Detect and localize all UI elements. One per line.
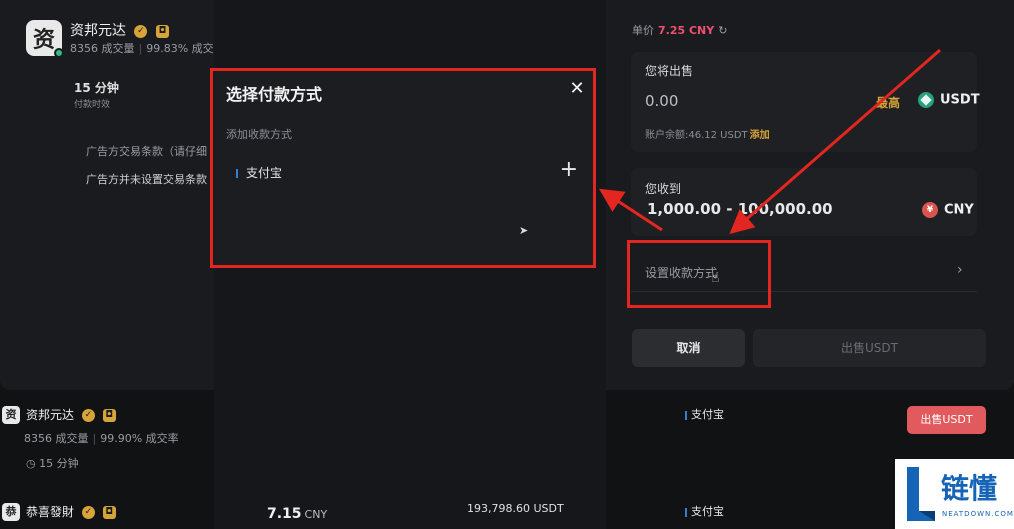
watermark-site: NEATDOWN.COM [942, 510, 1014, 518]
watermark-logo: 链懂 NEATDOWN.COM [895, 459, 1014, 529]
receive-range: 1,000.00 - 100,000.00 [647, 200, 833, 218]
watermark-title: 链懂 [941, 472, 998, 505]
sell-label: 您将出售 [645, 64, 694, 78]
sell-amount-input[interactable]: 0.00 [645, 92, 678, 110]
unit-price-label: 单价 [632, 24, 654, 37]
terms-heading: 广告方交易条款（请仔细 [86, 145, 207, 158]
chevron-right-icon[interactable]: › [957, 262, 963, 278]
list-price-unit: CNY [304, 508, 328, 521]
online-status-dot [54, 48, 64, 58]
verified-badge-icon: ✓ [81, 409, 95, 422]
list-merchant-stats: 8356 成交量 | 99.90% 成交率 [24, 432, 179, 445]
merchant-stats: 8356 成交量 | 99.83% 成交率 [70, 42, 225, 55]
add-balance-link[interactable]: 添加 [750, 130, 770, 141]
merchant-name-row: 资邦元达 ✓ ◘ [70, 20, 169, 40]
sell-amount-card: 您将出售 0.00 最高 USDT 账户余额:46.12 USDT 添加 [631, 52, 980, 152]
receive-card: 您收到 1,000.00 - 100,000.00 ¥ CNY [631, 168, 977, 236]
cny-icon: ¥ [922, 202, 938, 218]
watermark-l-icon [907, 467, 935, 521]
verified-badge-icon: ✓ [134, 24, 148, 38]
list-time-text: 15 分钟 [39, 457, 79, 470]
list-avatar: 资 [2, 406, 20, 424]
list-name-text: 资邦元达 [26, 408, 75, 422]
payment-time-label: 付款时效 [74, 100, 111, 110]
clock-icon: ◷ [26, 457, 40, 470]
highlight-box-set-payment [627, 240, 771, 308]
shield-badge-icon: ◘ [102, 409, 116, 422]
avatar: 资 [26, 20, 64, 58]
account-balance: 账户余额:46.12 USDT 添加 [645, 126, 770, 141]
balance-text: 账户余额:46.12 USDT [645, 130, 748, 141]
avatar-char: 资 [32, 28, 55, 53]
terms-text: 广告方并未设置交易条款 [86, 173, 207, 186]
payment-time: 15 分钟 [74, 81, 119, 95]
refresh-icon[interactable]: ↻ [718, 24, 727, 37]
sell-currency-label: USDT [940, 92, 980, 108]
merchant-rate: 99.83% 成交率 [146, 42, 225, 55]
list-merchant-name[interactable]: 恭喜發財 ✓ ◘ [26, 503, 116, 520]
shield-badge-icon: ◘ [155, 24, 169, 38]
list-sell-button[interactable]: 出售USDT [907, 406, 986, 434]
list-payment-text: 支付宝 [691, 408, 724, 421]
max-button[interactable]: 最高 [876, 94, 900, 111]
receive-currency: ¥ CNY [922, 202, 974, 218]
receive-label: 您收到 [645, 182, 682, 196]
list-name-text: 恭喜發財 [26, 505, 75, 519]
alipay-marker-icon [685, 507, 687, 517]
list-price-value: 7.15 [267, 506, 302, 522]
verified-badge-icon: ✓ [81, 506, 95, 519]
unit-price-value: 7.25 CNY [658, 24, 715, 37]
list-payment-text: 支付宝 [691, 505, 724, 518]
shield-badge-icon: ◘ [102, 506, 116, 519]
alipay-marker-icon [685, 410, 687, 420]
list-available-amount: 193,798.60 USDT [467, 502, 564, 515]
list-payment-method: 支付宝 [685, 503, 724, 519]
list-rate: 99.90% 成交率 [100, 432, 179, 445]
usdt-icon [918, 92, 934, 108]
highlight-box-modal [210, 68, 596, 268]
receive-currency-label: CNY [944, 202, 974, 218]
merchant-name: 资邦元达 [70, 23, 126, 39]
list-merchant-name[interactable]: 资邦元达 ✓ ◘ [26, 406, 116, 423]
list-price: 7.15 CNY [267, 506, 327, 522]
list-pay-time: ◷ 15 分钟 [26, 455, 79, 471]
list-avatar: 恭 [2, 503, 20, 521]
cancel-button[interactable]: 取消 [632, 329, 745, 367]
merchant-trades: 8356 成交量 [70, 42, 135, 55]
sell-currency: USDT [918, 92, 980, 108]
sell-usdt-button[interactable]: 出售USDT [753, 329, 986, 367]
list-trades: 8356 成交量 [24, 432, 89, 445]
unit-price-row: 单价 7.25 CNY ↻ [632, 22, 727, 38]
list-payment-method: 支付宝 [685, 406, 724, 422]
